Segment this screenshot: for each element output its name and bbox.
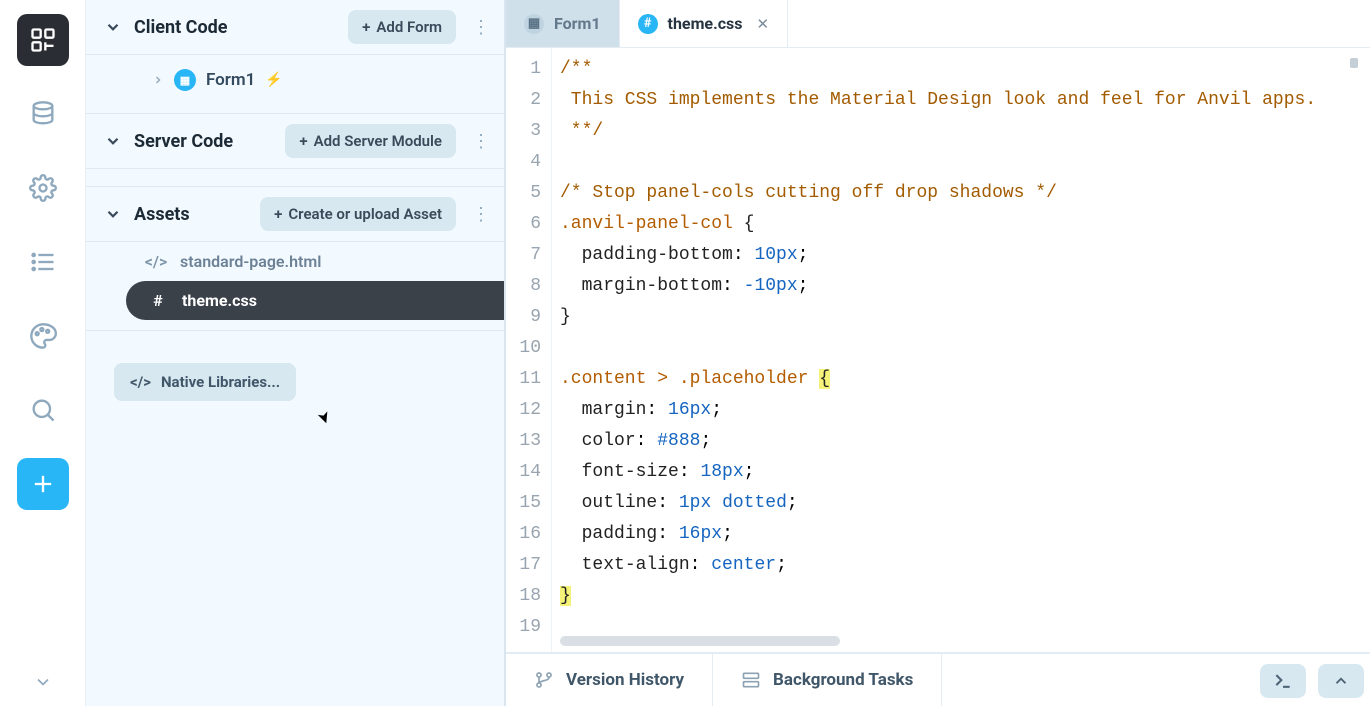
code-line[interactable]: .anvil-panel-col { — [560, 209, 1370, 240]
background-tasks-tab[interactable]: Background Tasks — [713, 654, 942, 706]
native-libraries-button[interactable]: </> Native Libraries... — [114, 363, 296, 401]
tab-close-icon[interactable]: ✕ — [756, 15, 769, 33]
asset-item[interactable]: </> standard-page.html — [86, 242, 504, 281]
code-line[interactable]: } — [560, 302, 1370, 333]
code-line[interactable]: This CSS implements the Material Design … — [560, 85, 1370, 116]
section-header-client-code: Client Code + Add Form ⋮ — [86, 0, 504, 55]
form-label: Form1 — [206, 70, 255, 90]
chevron-down-icon[interactable] — [104, 132, 122, 150]
section-title: Assets — [134, 204, 190, 225]
server-code-menu-icon[interactable]: ⋮ — [468, 131, 494, 152]
asset-item-active[interactable]: # theme.css — [126, 281, 504, 320]
code-lines[interactable]: /** This CSS implements the Material Des… — [552, 48, 1370, 652]
rail-add-button[interactable] — [17, 458, 69, 510]
rail-settings-icon[interactable] — [17, 162, 69, 214]
plus-icon: + — [362, 18, 370, 36]
code-tag-icon: </> — [130, 373, 151, 391]
tab-type-icon: # — [638, 14, 658, 34]
code-line[interactable]: margin-bottom: -10px; — [560, 271, 1370, 302]
add-form-button[interactable]: + Add Form — [348, 10, 456, 44]
tasks-icon — [741, 670, 761, 690]
code-line[interactable] — [560, 333, 1370, 364]
tab-type-icon: ▦ — [524, 14, 544, 34]
plus-icon: + — [274, 205, 282, 223]
rail-theme-icon[interactable] — [17, 310, 69, 362]
code-line[interactable]: text-align: center; — [560, 550, 1370, 581]
section-header-server-code: Server Code + Add Server Module ⋮ — [86, 114, 504, 169]
code-line[interactable]: margin: 16px; — [560, 395, 1370, 426]
editor-tab-active[interactable]: # theme.css ✕ — [620, 0, 789, 47]
code-line[interactable]: .content > .placeholder { — [560, 364, 1370, 395]
editor-tab[interactable]: ▦ Form1 — [506, 0, 620, 47]
code-line[interactable]: color: #888; — [560, 426, 1370, 457]
asset-label: standard-page.html — [180, 252, 321, 271]
chevron-down-icon[interactable] — [104, 205, 122, 223]
rail-collapse-icon[interactable] — [17, 666, 69, 698]
icon-rail — [0, 0, 86, 706]
branch-icon — [534, 670, 554, 690]
tab-label: theme.css — [668, 14, 743, 33]
code-line[interactable]: **/ — [560, 116, 1370, 147]
code-line[interactable]: font-size: 18px; — [560, 457, 1370, 488]
panel-collapse-button[interactable] — [1318, 664, 1364, 698]
code-line[interactable]: outline: 1px dotted; — [560, 488, 1370, 519]
add-server-module-button[interactable]: + Add Server Module — [285, 124, 456, 158]
code-line[interactable] — [560, 147, 1370, 178]
code-line[interactable]: /** — [560, 54, 1370, 85]
plus-icon: + — [299, 132, 307, 150]
startup-form-bolt-icon: ⚡ — [265, 72, 282, 88]
asset-list: </> standard-page.html # theme.css — [86, 242, 504, 320]
app-outline-panel: Client Code + Add Form ⋮ ▦ Form1 ⚡ Serve… — [86, 0, 506, 706]
asset-label: theme.css — [182, 291, 257, 310]
rail-database-icon[interactable] — [17, 88, 69, 140]
chevron-right-icon — [152, 74, 164, 86]
form-icon: ▦ — [174, 69, 196, 91]
section-title: Client Code — [134, 17, 227, 38]
section-title: Server Code — [134, 131, 233, 152]
rail-app-tree-icon[interactable] — [17, 14, 69, 66]
mouse-cursor-icon: ➤ — [313, 408, 335, 427]
editor-area: ▦ Form1 # theme.css ✕ 1234567891011121314151… — [506, 0, 1370, 706]
line-number-gutter: 12345678910111213141516171819 — [506, 48, 552, 652]
hash-icon: # — [148, 291, 168, 310]
tab-label: Form1 — [554, 14, 601, 33]
code-line[interactable]: padding-bottom: 10px; — [560, 240, 1370, 271]
create-upload-asset-button[interactable]: + Create or upload Asset — [260, 197, 456, 231]
form-tree-item[interactable]: ▦ Form1 ⚡ — [86, 55, 504, 114]
code-tag-icon: </> — [146, 252, 166, 271]
rail-search-icon[interactable] — [17, 384, 69, 436]
client-code-menu-icon[interactable]: ⋮ — [468, 17, 494, 38]
tab-bar: ▦ Form1 # theme.css ✕ — [506, 0, 1370, 48]
chevron-down-icon[interactable] — [104, 18, 122, 36]
console-toggle-button[interactable] — [1260, 664, 1306, 698]
minimap-stub — [1350, 58, 1358, 68]
rail-list-icon[interactable] — [17, 236, 69, 288]
section-header-assets: Assets + Create or upload Asset ⋮ — [86, 187, 504, 242]
code-line[interactable]: padding: 16px; — [560, 519, 1370, 550]
assets-menu-icon[interactable]: ⋮ — [468, 204, 494, 225]
code-line[interactable]: /* Stop panel-cols cutting off drop shad… — [560, 178, 1370, 209]
horizontal-scrollbar[interactable] — [560, 636, 840, 646]
version-history-tab[interactable]: Version History — [506, 654, 713, 706]
status-bar: Version History Background Tasks — [506, 652, 1370, 706]
code-line[interactable]: } — [560, 581, 1370, 612]
code-editor[interactable]: 12345678910111213141516171819 /** This C… — [506, 48, 1370, 652]
